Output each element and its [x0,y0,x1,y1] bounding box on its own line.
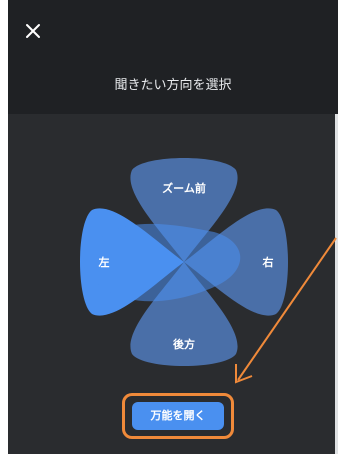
open-button-highlight: 万能を開く [122,393,234,439]
screen: 聞きたい方向を選択 ズーム前 左 右 後方 万能を開く [0,0,342,454]
panel-edge [335,114,338,454]
direction-left-label: 左 [98,255,110,269]
direction-panel: 聞きたい方向を選択 ズーム前 左 右 後方 [8,0,338,454]
panel-header-area [8,0,338,114]
direction-front-label: ズーム前 [162,181,206,195]
open-button[interactable]: 万能を開く [132,402,224,430]
close-button[interactable] [22,20,44,42]
direction-selector: ズーム前 左 右 後方 [74,152,294,372]
direction-right-label: 右 [262,255,274,269]
direction-back-label: 後方 [173,337,195,351]
close-icon [26,24,40,38]
page-title: 聞きたい方向を選択 [114,78,232,93]
direction-diagram: ズーム前 左 右 後方 [80,158,288,366]
